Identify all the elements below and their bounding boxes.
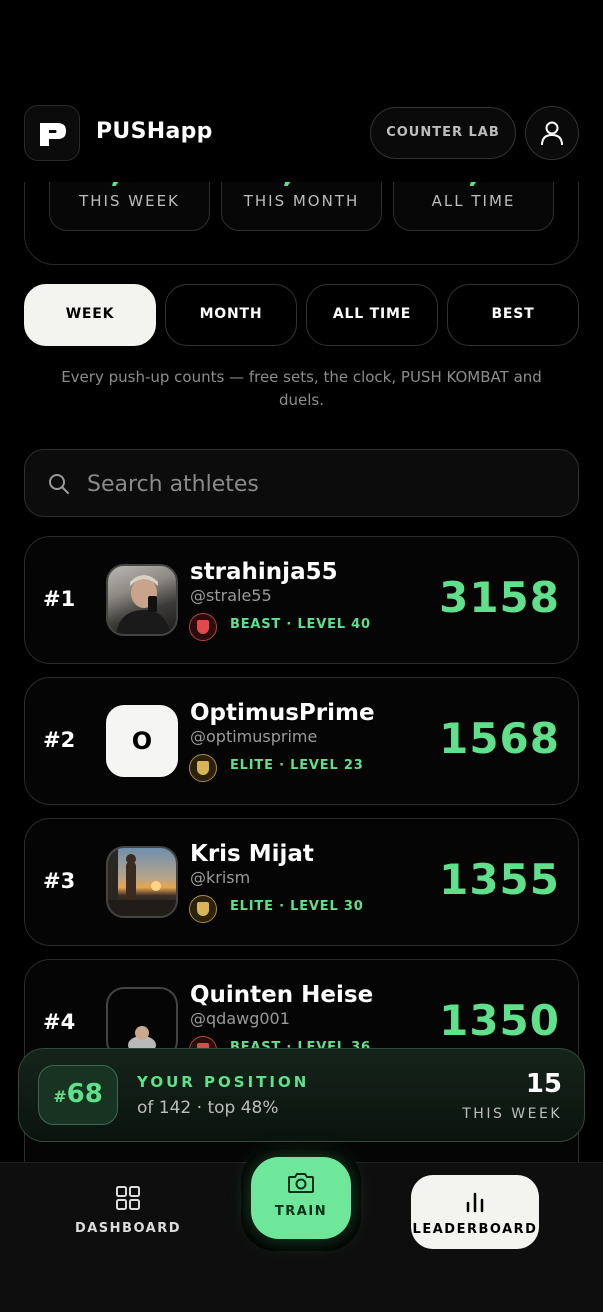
app-header: PUSHapp COUNTER LAB — [0, 96, 603, 182]
camera-icon — [288, 1173, 314, 1193]
athlete-handle: @qdawg001 — [190, 1009, 290, 1028]
score: 1350 — [439, 996, 560, 1045]
your-position-subtitle: of 142 · top 48% — [137, 1098, 279, 1118]
tab-month[interactable]: MONTH — [165, 284, 297, 346]
nav-train-label: TRAIN — [274, 1204, 328, 1219]
nav-dashboard[interactable]: DASHBOARD — [58, 1185, 198, 1245]
athlete-name: strahinja55 — [190, 559, 338, 585]
leaderboard-row[interactable]: #2 O OptimusPrime @optimusprime ELITE · … — [24, 677, 579, 805]
tier-label: ELITE · LEVEL 30 — [230, 899, 364, 914]
score: 1568 — [439, 714, 560, 763]
your-count-period: THIS WEEK — [462, 1106, 562, 1122]
app-name: PUSHapp — [96, 119, 213, 144]
stat-label: ALL TIME — [431, 192, 516, 210]
stat-label: THIS WEEK — [79, 192, 180, 210]
rank-label: #1 — [43, 587, 76, 611]
avatar — [106, 564, 178, 636]
search-input[interactable] — [85, 464, 559, 504]
search-icon — [49, 474, 69, 494]
elite-badge-icon — [189, 895, 217, 923]
athlete-name: Quinten Heise — [190, 982, 374, 1008]
athlete-name: Kris Mijat — [190, 841, 314, 867]
leaderboard-hint: Every push-up counts — free sets, the cl… — [61, 368, 542, 409]
elite-badge-icon — [189, 754, 217, 782]
your-rank-badge: #68 — [38, 1065, 118, 1125]
nav-leaderboard-label: LEADERBOARD — [412, 1222, 538, 1237]
app-logo[interactable] — [24, 105, 80, 161]
your-position-bar[interactable]: #68 YOUR POSITION of 142 · top 48% 15 TH… — [18, 1048, 585, 1142]
your-position-title: YOUR POSITION — [137, 1073, 310, 1091]
dashboard-grid-icon — [116, 1186, 140, 1210]
your-count: 15 — [525, 1069, 562, 1099]
bottom-nav: DASHBOARD TRAIN LEADERBOARD — [0, 1147, 603, 1312]
rank-hash: # — [53, 1087, 67, 1106]
tier-label: ELITE · LEVEL 23 — [230, 758, 364, 773]
stat-label: THIS MONTH — [243, 192, 360, 210]
push-logo-icon — [40, 123, 66, 146]
nav-dashboard-label: DASHBOARD — [74, 1221, 182, 1236]
athlete-handle: @krism — [190, 868, 251, 887]
your-rank: 68 — [66, 1079, 103, 1109]
rank-label: #2 — [43, 728, 76, 752]
nav-train[interactable]: TRAIN — [251, 1157, 351, 1239]
beast-badge-icon — [189, 613, 217, 641]
user-icon — [541, 121, 563, 146]
athlete-name: OptimusPrime — [190, 700, 375, 726]
avatar: O — [106, 705, 178, 777]
athlete-handle: @optimusprime — [190, 727, 318, 746]
nav-leaderboard[interactable]: LEADERBOARD — [411, 1175, 539, 1249]
athlete-photo — [128, 1026, 156, 1054]
athlete-handle: @strale55 — [190, 586, 272, 605]
profile-button[interactable] — [525, 106, 579, 160]
rank-label: #3 — [43, 869, 76, 893]
leaderboard-row[interactable]: #1 strahinja55 @strale55 BEAST · LEVEL 4… — [24, 536, 579, 664]
tab-week[interactable]: WEEK — [24, 284, 156, 346]
rank-label: #4 — [43, 1010, 76, 1034]
score: 3158 — [439, 573, 560, 622]
score: 1355 — [439, 855, 560, 904]
avatar — [106, 846, 178, 918]
train-button-ring: TRAIN — [241, 1147, 361, 1251]
leaderboard-row[interactable]: #3 Kris Mijat @krism ELITE · LEVEL 30 13… — [24, 818, 579, 946]
tier-label: BEAST · LEVEL 40 — [230, 617, 371, 632]
tab-best[interactable]: BEST — [447, 284, 579, 346]
search-bar[interactable] — [24, 449, 579, 517]
tab-all-time[interactable]: ALL TIME — [306, 284, 438, 346]
athlete-photo — [116, 575, 170, 634]
athlete-photo — [108, 848, 176, 916]
bar-chart-icon — [466, 1192, 484, 1213]
counter-lab-button[interactable]: COUNTER LAB — [370, 107, 516, 159]
